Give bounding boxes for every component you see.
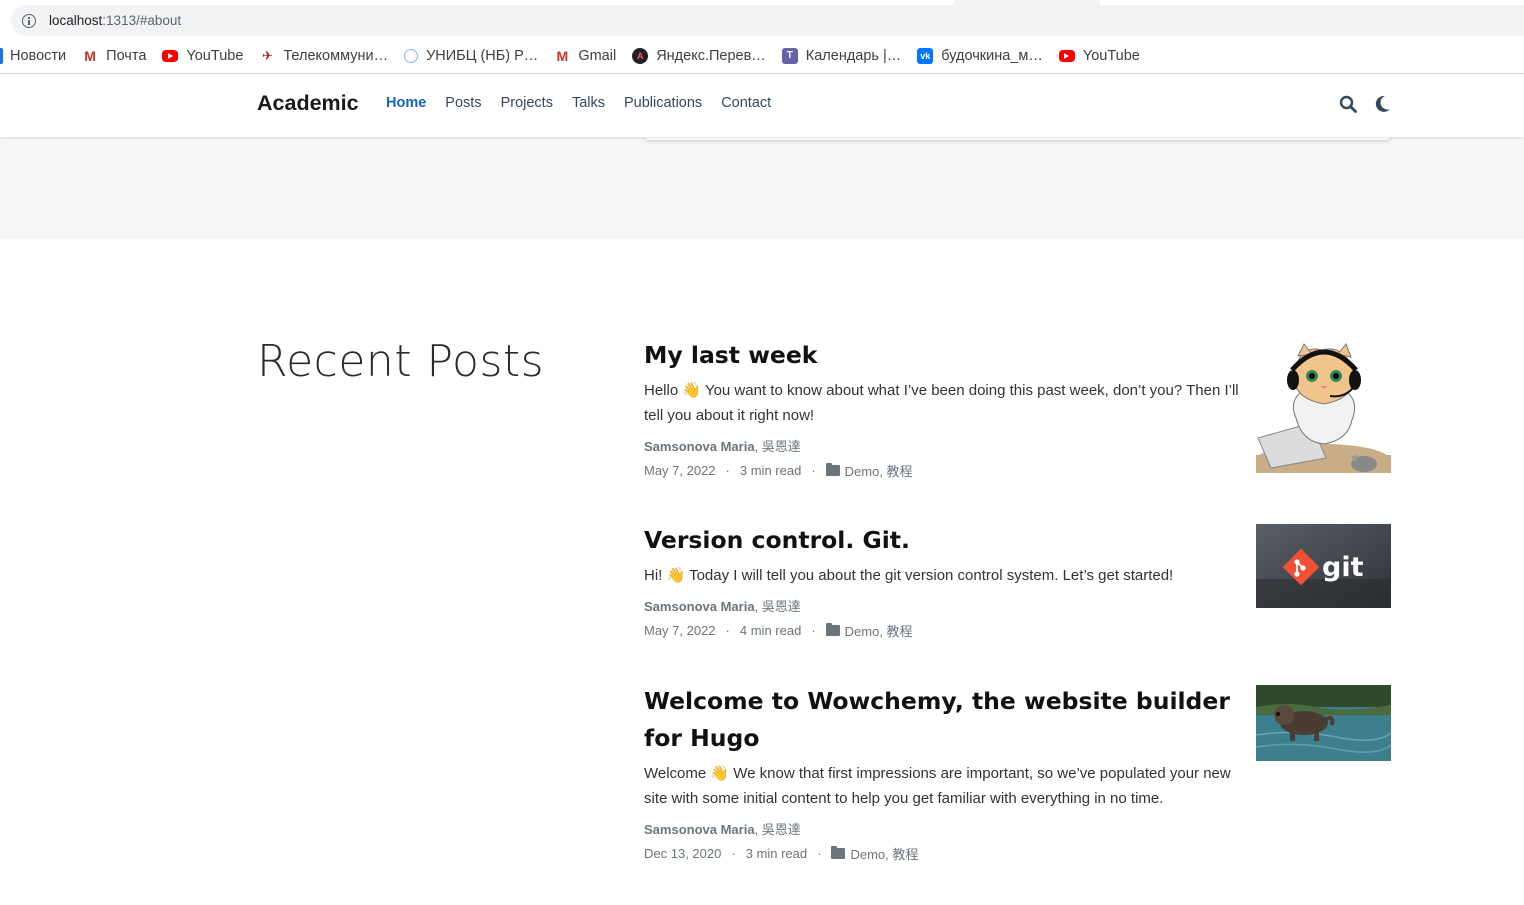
post-summary: Hello 👋 You want to know about what I’ve… bbox=[644, 381, 1239, 424]
post-title[interactable]: Welcome to Wowchemy, the website builder… bbox=[644, 683, 1234, 757]
address-bar[interactable]: localhost:1313/#about bbox=[11, 5, 1524, 36]
folder-icon bbox=[831, 846, 846, 859]
author-rest[interactable]: , 吳恩達 bbox=[755, 439, 801, 454]
git-logo-image[interactable]: git bbox=[1256, 524, 1391, 608]
bookmark-label: Почта bbox=[106, 47, 147, 64]
youtube-icon bbox=[162, 49, 179, 62]
bookmark-bar-icon bbox=[0, 47, 3, 64]
search-icon[interactable] bbox=[1339, 95, 1357, 113]
dark-mode-moon-icon[interactable] bbox=[1375, 95, 1391, 113]
bookmark-calendar[interactable]: T Календарь |… bbox=[774, 42, 909, 70]
author-link[interactable]: Samsonova Maria bbox=[644, 439, 755, 454]
bookmark-label: Телекоммуни… bbox=[283, 47, 389, 64]
bookmark-youtube-2[interactable]: YouTube bbox=[1051, 42, 1148, 70]
hero-section-background bbox=[0, 137, 1524, 239]
folder-icon bbox=[825, 463, 840, 476]
post-date: May 7, 2022 bbox=[644, 463, 716, 478]
post-title[interactable]: My last week bbox=[644, 337, 1234, 374]
author-rest[interactable]: , 吳恩達 bbox=[755, 822, 801, 837]
bookmark-label: УНИБЦ (НБ) Р… bbox=[426, 47, 539, 64]
bookmark-vk[interactable]: vk будочкина_м… bbox=[909, 42, 1051, 70]
gmail-icon: M bbox=[556, 47, 569, 64]
folder-icon bbox=[825, 623, 840, 636]
post-date: Dec 13, 2020 bbox=[644, 846, 722, 861]
post-categories[interactable]: Demo, 教程 bbox=[850, 844, 918, 863]
site-navbar: Academic Home Posts Projects Talks Publi… bbox=[0, 74, 1524, 137]
author-link[interactable]: Samsonova Maria bbox=[644, 599, 755, 614]
post-authors: Samsonova Maria, 吳恩達 bbox=[644, 819, 1391, 838]
nav-talks[interactable]: Talks bbox=[572, 95, 605, 111]
post-categories[interactable]: Demo, 教程 bbox=[845, 461, 913, 480]
bookmark-youtube[interactable]: YouTube bbox=[154, 42, 251, 70]
mail-icon: M bbox=[84, 47, 96, 64]
recent-posts-heading: Recent Posts bbox=[257, 336, 545, 387]
bookmark-telecom[interactable]: ✈ Телекоммуни… bbox=[251, 42, 396, 70]
post-reading-time: 3 min read bbox=[739, 463, 802, 478]
bookmark-label: YouTube bbox=[186, 47, 244, 64]
telecom-icon: ✈ bbox=[261, 47, 273, 63]
unibc-icon bbox=[404, 48, 419, 63]
waving-hand-icon: 👋 bbox=[682, 381, 702, 399]
site-info-icon[interactable] bbox=[22, 13, 36, 28]
yandex-translate-icon: A bbox=[632, 47, 649, 64]
waving-hand-icon: 👋 bbox=[710, 764, 730, 782]
post-date: May 7, 2022 bbox=[644, 623, 716, 638]
bookmark-label: Яндекс.Перев… bbox=[656, 47, 766, 64]
post-title[interactable]: Version control. Git. bbox=[644, 522, 1234, 559]
post-meta: Dec 13, 2020 · 3 min read · Demo, 教程 bbox=[644, 844, 919, 863]
git-logo-text: git bbox=[1322, 552, 1364, 583]
dog-in-water-image[interactable] bbox=[1256, 685, 1391, 761]
nav-publications[interactable]: Publications bbox=[624, 95, 702, 111]
author-link[interactable]: Samsonova Maria bbox=[644, 822, 755, 837]
bookmark-yandex-translate[interactable]: A Яндекс.Перев… bbox=[624, 42, 774, 70]
post-meta: May 7, 2022 · 4 min read · Demo, 教程 bbox=[644, 621, 913, 640]
post-item: Welcome to Wowchemy, the website builder… bbox=[644, 683, 1391, 863]
nav-contact[interactable]: Contact bbox=[721, 95, 771, 111]
bookmark-label: будочкина_м… bbox=[941, 47, 1043, 64]
bookmark-novosti[interactable]: Новости bbox=[0, 42, 74, 70]
post-reading-time: 3 min read bbox=[745, 846, 808, 861]
bookmark-label: Календарь |… bbox=[805, 47, 902, 64]
post-reading-time: 4 min read bbox=[739, 623, 802, 638]
post-item: Version control. Git. Hi! 👋 Today I will… bbox=[644, 522, 1391, 640]
vk-icon: vk bbox=[917, 47, 934, 64]
bookmark-label: Gmail bbox=[578, 47, 617, 64]
bookmark-label: YouTube bbox=[1082, 47, 1140, 64]
bookmark-label: Новости bbox=[10, 47, 67, 64]
post-summary: Hi! 👋 Today I will tell you about the gi… bbox=[644, 566, 1174, 584]
bookmarks-bar: Новости M Почта YouTube ✈ Телекоммуни… УНИ… bbox=[0, 38, 1524, 74]
bookmark-gmail[interactable]: M Gmail bbox=[546, 42, 624, 70]
waving-hand-icon: 👋 bbox=[666, 566, 686, 584]
bookmark-pochta[interactable]: M Почта bbox=[74, 42, 154, 70]
nav-projects[interactable]: Projects bbox=[501, 95, 553, 111]
browser-toolbar: localhost:1313/#about bbox=[0, 0, 1524, 38]
teams-icon: T bbox=[781, 47, 798, 64]
post-categories[interactable]: Demo, 教程 bbox=[845, 621, 913, 640]
post-item: My last week Hello 👋 You want to know ab… bbox=[644, 337, 1391, 480]
kitten-headset-laptop-image[interactable] bbox=[1256, 340, 1391, 473]
author-rest[interactable]: , 吳恩達 bbox=[755, 599, 801, 614]
site-brand[interactable]: Academic bbox=[257, 91, 359, 116]
nav-home[interactable]: Home bbox=[386, 95, 426, 111]
main-menu: Home Posts Projects Talks Publications C… bbox=[386, 95, 790, 111]
url-text[interactable]: localhost:1313/#about bbox=[49, 13, 181, 28]
nav-posts[interactable]: Posts bbox=[445, 95, 481, 111]
bookmark-unibc[interactable]: УНИБЦ (НБ) Р… bbox=[396, 42, 546, 70]
youtube-icon bbox=[1058, 49, 1075, 62]
post-summary: Welcome 👋 We know that first impressions… bbox=[644, 764, 1231, 807]
